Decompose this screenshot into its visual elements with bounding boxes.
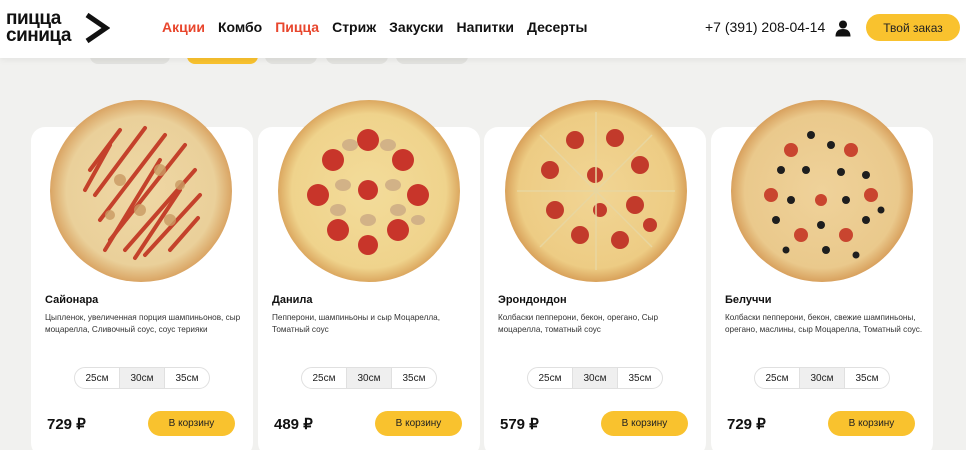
add-to-cart-button[interactable]: В корзину (601, 411, 688, 436)
size-selector: 25см 30см 35см (301, 367, 437, 389)
product-card[interactable]: Эрондондон Колбаски пепперони, бекон, ор… (484, 100, 706, 450)
product-description: Колбаски пепперони, бекон, орегано, Сыр … (498, 313, 659, 334)
pizza-image (505, 100, 687, 282)
product-title: Белуччи (725, 294, 772, 306)
size-option-30[interactable]: 30см (572, 368, 618, 388)
size-option-35[interactable]: 35см (618, 368, 662, 388)
add-to-cart-button[interactable]: В корзину (148, 411, 235, 436)
nav-item-pizza[interactable]: Пицца (275, 19, 319, 35)
size-option-35[interactable]: 35см (165, 368, 209, 388)
nav-item-promo[interactable]: Акции (162, 19, 205, 35)
product-price: 729 ₽ (47, 416, 86, 433)
product-title: Эрондондон (498, 294, 567, 306)
size-option-25[interactable]: 25см (75, 368, 119, 388)
user-icon[interactable] (834, 19, 852, 37)
logo-line-2: синица (6, 25, 71, 46)
product-description: Пепперони, шампиньоны и сыр Моцарелла, Т… (272, 313, 440, 334)
pizza-image (50, 100, 232, 282)
size-option-35[interactable]: 35см (845, 368, 889, 388)
product-card[interactable]: Данила Пепперони, шампиньоны и сыр Моцар… (258, 100, 480, 450)
product-price: 579 ₽ (500, 416, 539, 433)
size-option-30[interactable]: 30см (799, 368, 845, 388)
product-price: 489 ₽ (274, 416, 313, 433)
add-to-cart-button[interactable]: В корзину (828, 411, 915, 436)
phone-number[interactable]: +7 (391) 208-04-14 (705, 19, 825, 35)
nav-item-strizh[interactable]: Стриж (332, 19, 376, 35)
size-selector: 25см 30см 35см (527, 367, 663, 389)
size-option-25[interactable]: 25см (528, 368, 572, 388)
size-option-30[interactable]: 30см (119, 368, 165, 388)
site-header: пицца синица Акции Комбо Пицца Стриж Зак… (0, 0, 966, 58)
order-button[interactable]: Твой заказ (866, 14, 960, 41)
size-selector: 25см 30см 35см (754, 367, 890, 389)
size-option-35[interactable]: 35см (392, 368, 436, 388)
size-option-25[interactable]: 25см (302, 368, 346, 388)
nav-item-combo[interactable]: Комбо (218, 19, 262, 35)
logo-arrow-icon (85, 12, 110, 44)
add-to-cart-button[interactable]: В корзину (375, 411, 462, 436)
nav-item-drinks[interactable]: Напитки (457, 19, 514, 35)
nav-item-desserts[interactable]: Десерты (527, 19, 588, 35)
product-price: 729 ₽ (727, 416, 766, 433)
main-nav: Акции Комбо Пицца Стриж Закуски Напитки … (162, 19, 600, 35)
product-card[interactable]: Сайонара Цыпленок, увеличенная порция ша… (31, 100, 253, 450)
size-selector: 25см 30см 35см (74, 367, 210, 389)
nav-item-snacks[interactable]: Закуски (389, 19, 443, 35)
product-card[interactable]: Белуччи Колбаски пепперони, бекон, свежи… (711, 100, 933, 450)
logo[interactable]: пицца синица (6, 9, 110, 48)
product-description: Цыпленок, увеличенная порция шампиньонов… (45, 313, 241, 334)
pizza-image (731, 100, 913, 282)
size-option-25[interactable]: 25см (755, 368, 799, 388)
size-option-30[interactable]: 30см (346, 368, 392, 388)
product-description: Колбаски пепперони, бекон, свежие шампин… (725, 313, 923, 334)
pizza-image (278, 100, 460, 282)
product-title: Данила (272, 294, 313, 306)
product-title: Сайонара (45, 294, 99, 306)
